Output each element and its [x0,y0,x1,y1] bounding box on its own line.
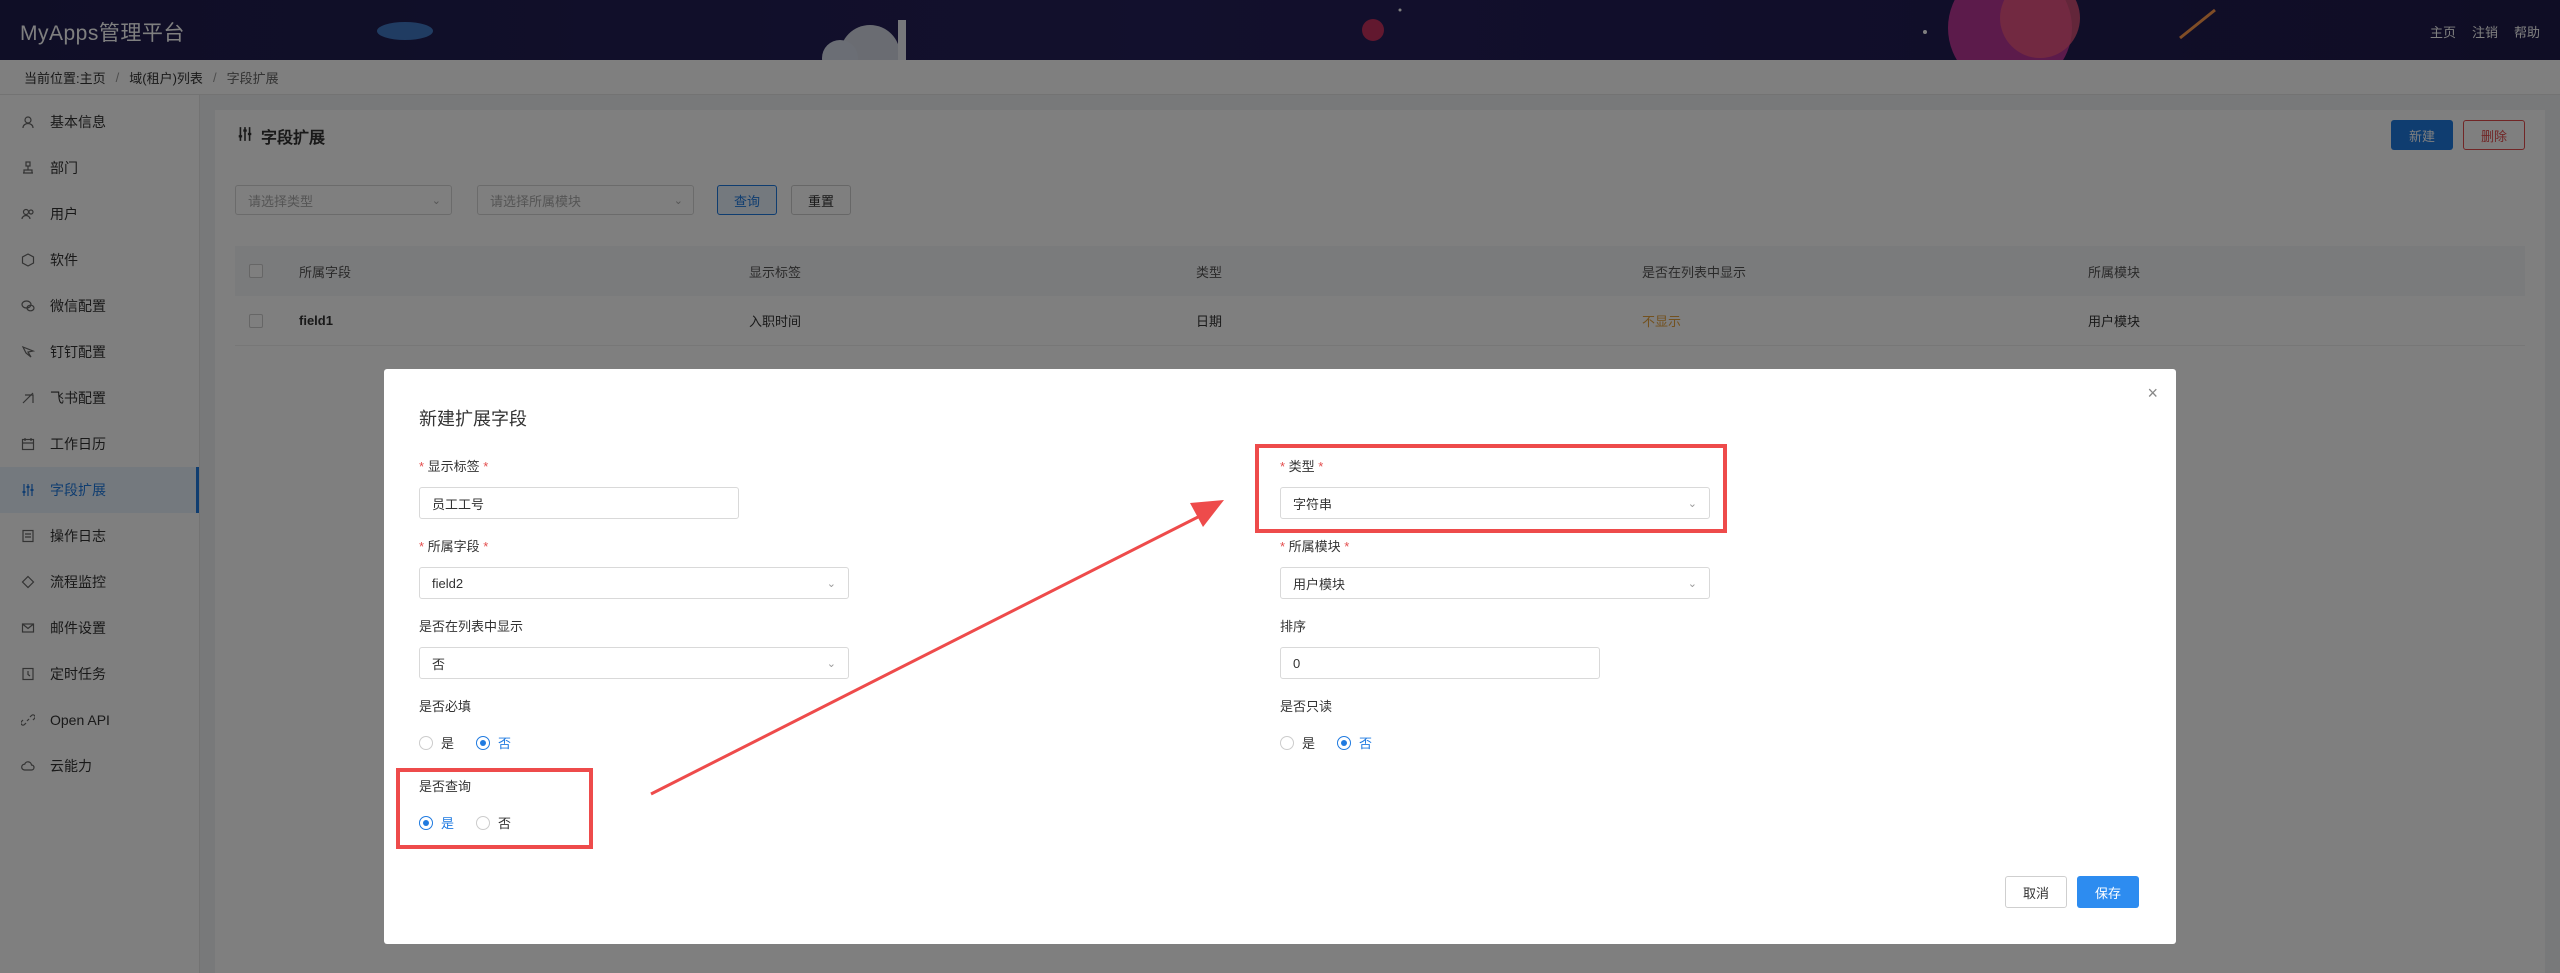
order-field: 排序 [1280,618,1306,636]
field-select[interactable]: field2 ⌄ [419,567,849,599]
readonly-field: 是否只读 [1280,698,1332,716]
annotation-box-query [396,768,593,849]
display-label-field: * 显示标签 * [419,459,489,474]
order-value: 0 [1293,655,1301,671]
readonly-radio-group: 是 否 [1280,733,1372,752]
required-label: 是否必填 [419,699,472,714]
display-label-label: 显示标签 [427,459,480,474]
field-select-value: field2 [432,575,464,591]
chevron-down-icon: ⌄ [826,658,836,670]
display-label-input[interactable]: 员工工号 [419,487,739,519]
module-field: * 所属模块 * [1280,539,1350,554]
module-label: 所属模块 [1288,539,1341,554]
required-no-radio[interactable]: 否 [476,733,511,752]
cancel-button[interactable]: 取消 [2005,876,2067,908]
required-yes-radio[interactable]: 是 [419,733,454,752]
annotation-box-type [1255,444,1727,533]
chevron-down-icon: ⌄ [1687,578,1697,590]
show-in-list-value: 否 [432,656,446,672]
module-select-value: 用户模块 [1293,576,1346,592]
readonly-label: 是否只读 [1280,699,1333,714]
order-input[interactable]: 0 [1280,647,1600,679]
required-radio-group: 是 否 [419,733,511,752]
order-label: 排序 [1280,619,1307,634]
field-select-label: 所属字段 [427,539,480,554]
save-button[interactable]: 保存 [2077,876,2139,908]
field-select-field: * 所属字段 * [419,539,489,554]
display-label-value: 员工工号 [432,496,485,512]
module-select[interactable]: 用户模块 ⌄ [1280,567,1710,599]
close-icon[interactable]: × [2147,383,2158,404]
required-field: 是否必填 [419,698,471,716]
show-in-list-field: 是否在列表中显示 [419,618,523,636]
chevron-down-icon: ⌄ [826,578,836,590]
dialog-title: 新建扩展字段 [419,409,527,429]
readonly-yes-radio[interactable]: 是 [1280,733,1315,752]
show-in-list-label: 是否在列表中显示 [419,619,524,634]
show-in-list-select[interactable]: 否 ⌄ [419,647,849,679]
readonly-no-radio[interactable]: 否 [1337,733,1372,752]
